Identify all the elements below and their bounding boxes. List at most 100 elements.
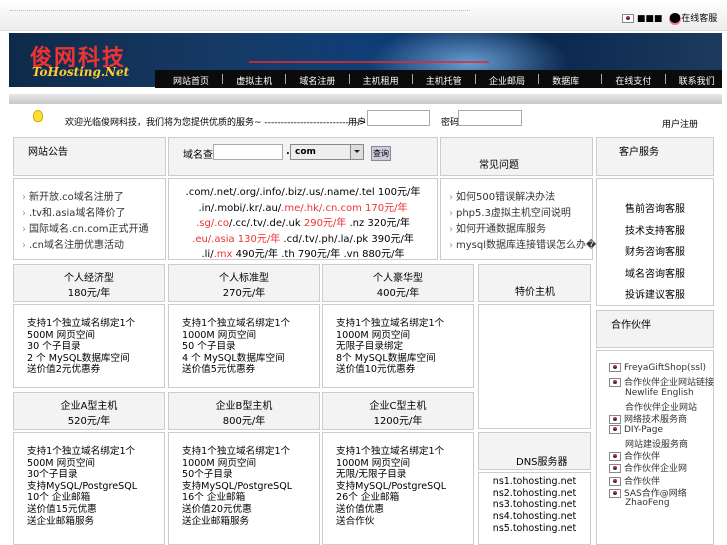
nav-item[interactable]: 网站首页 [173, 74, 209, 87]
domain-price-line: .eu/.asia 130元/年 .cd/.tv/.ph/.la/.pk 390… [169, 230, 437, 245]
nav-separator [475, 74, 476, 84]
nav-separator [222, 74, 224, 84]
plan-features: 支持1个独立域名绑定1个 1000M 网页空间 无限/无限子目录 支持MySQL… [336, 446, 447, 527]
support-item[interactable]: 售前咨询客服 [597, 200, 713, 215]
dns-header-box: DNS服务器 [478, 432, 591, 470]
plan-name[interactable]: 企业B型主机 [169, 397, 319, 412]
dns-server: ns1.tohosting.net [492, 476, 577, 487]
domain-search-button[interactable]: 查询 [371, 146, 391, 161]
plan-price: 520元/年 [67, 416, 111, 427]
domain-input[interactable] [213, 144, 283, 160]
support-item[interactable]: 财务咨询客服 [597, 243, 713, 258]
tld-select[interactable]: com [290, 144, 364, 160]
partner-item[interactable]: DIY-Page [609, 424, 663, 435]
partner-item[interactable]: 网络技术服务商 [609, 412, 687, 425]
plan-features-box: 支持1个独立域名绑定1个 1000M 网页空间 无限子目录绑定 8个 MySQL… [322, 304, 474, 388]
faq-item[interactable]: 如何500错误解决办法 [449, 188, 555, 203]
special-title: 特价主机 [515, 287, 555, 298]
korea-flag-icon [609, 476, 621, 486]
nav-separator [601, 74, 603, 84]
plan-header-box: 个人经济型 180元/年 [13, 264, 165, 302]
qq-link[interactable]: 在线客服 [681, 14, 717, 24]
domain-price-segment: .com/.net/.org/.info/.biz/.us/.name/.tel… [185, 187, 421, 198]
partner-item[interactable]: 网站建设服务商 [625, 437, 688, 450]
news-header-box: 网站公告 [13, 137, 166, 176]
news-list: 新开放.co域名注册了.tv和.asia域名降价了国际域名.cn.com正式开通… [13, 178, 166, 260]
plan-header-box: 个人豪华型 400元/年 [322, 264, 474, 302]
partner-item[interactable]: SAS合作@网络 [609, 486, 687, 499]
dns-title: DNS服务器 [516, 457, 568, 468]
korea-flag-icon[interactable] [622, 14, 634, 23]
nav-item[interactable]: 域名注册 [299, 74, 335, 87]
dns-server: ns3.tohosting.net [492, 499, 577, 511]
news-item[interactable]: 国际域名.cn.com正式开通 [22, 220, 149, 235]
plan-name[interactable]: 个人经济型 [14, 269, 164, 284]
nav-item[interactable]: 主机托管 [426, 74, 462, 87]
support-title: 客户服务 [619, 147, 659, 158]
news-title: 网站公告 [28, 147, 68, 158]
partner-label: FreyaGiftShop(ssl) [624, 363, 706, 373]
plan-name[interactable]: 企业A型主机 [14, 397, 164, 412]
plan-features-box: 支持1个独立域名绑定1个 500M 网页空间 30个子目录 支持MySQL/Po… [13, 432, 165, 545]
partner-item[interactable]: FreyaGiftShop(ssl) [609, 363, 706, 373]
support-item[interactable]: 域名咨询客服 [597, 265, 713, 280]
nav-item[interactable]: 数据库 [552, 74, 579, 87]
logo-english[interactable]: ToHosting.Net [32, 65, 129, 79]
korea-flag-icon [609, 489, 621, 498]
korea-flag-icon [609, 452, 621, 462]
support-item[interactable]: 技术支持客服 [597, 222, 713, 237]
plan-price: 1200元/年 [373, 416, 423, 427]
chevron-down-icon [350, 145, 363, 159]
nav-item[interactable]: 在线支付 [615, 74, 651, 87]
plan-name[interactable]: 个人标准型 [169, 269, 319, 284]
dns-server: ns4.tohosting.net [492, 511, 577, 523]
plan-name[interactable]: 个人豪华型 [323, 269, 473, 284]
support-item[interactable]: 投诉建议客服 [597, 286, 713, 301]
username-input[interactable] [367, 110, 430, 126]
partners-title: 合作伙伴 [611, 320, 651, 331]
domain-price-list: .com/.net/.org/.info/.biz/.us/.name/.tel… [168, 178, 438, 260]
plan-features-box: 支持1个独立域名绑定1个 1000M 网页空间 50个子目录 支持MySQL/P… [168, 432, 320, 545]
plan-header-box: 企业B型主机 800元/年 [168, 392, 320, 430]
banner-accent-line [249, 61, 489, 63]
partner-item[interactable]: 合作伙伴企业网站 [625, 400, 697, 413]
language-link[interactable]: ■■■ [637, 14, 663, 24]
partner-label: ZhaoFeng [625, 498, 670, 509]
nav-item[interactable]: 主机租用 [363, 74, 399, 87]
nav-item[interactable]: 企业邮局 [489, 74, 525, 87]
plan-name[interactable]: 企业C型主机 [323, 397, 473, 412]
partner-item[interactable]: ZhaoFeng [625, 498, 670, 508]
password-input[interactable] [458, 110, 522, 126]
plan-price: 400元/年 [376, 288, 420, 299]
plan-features: 支持1个独立域名绑定1个 1000M 网页空间 50个子目录 支持MySQL/P… [182, 446, 293, 527]
register-link[interactable]: 用户注册 [662, 117, 698, 130]
main-nav: 网站首页 虚拟主机 域名注册 主机租用 主机托管 企业邮局 数据库 在线支付 联系我们 [155, 70, 722, 88]
plan-price: 800元/年 [222, 416, 266, 427]
nav-separator [285, 74, 287, 84]
news-item[interactable]: .cn域名注册优惠活动 [22, 236, 124, 251]
domain-price-line: .sg/.co/.cc/.tv/.de/.uk 290元/年 .nz 320元/… [169, 214, 437, 229]
partner-item[interactable]: Newlife English [625, 388, 694, 398]
special-list [478, 304, 591, 429]
notice-ticker[interactable]: 欢迎光临俊网科技，我们将为您提供优质的服务~ -----------------… [65, 115, 366, 128]
partner-item[interactable]: 合作伙伴企业网站链接 [609, 375, 714, 388]
news-item[interactable]: 新开放.co域名注册了 [22, 188, 124, 203]
plan-features: 支持1个独立域名绑定1个 1000M 网页空间 50 个子目录 4 个 MySQ… [182, 318, 291, 376]
faq-item[interactable]: 如何开通数据库服务 [449, 220, 546, 235]
domain-price-segment: .li/ [201, 249, 214, 260]
news-item[interactable]: .tv和.asia域名降价了 [22, 204, 125, 219]
faq-item[interactable]: mysql数据库连接错误怎么办�... [449, 236, 606, 251]
qq-icon[interactable] [669, 12, 682, 25]
nav-separator [348, 74, 350, 84]
partner-item[interactable]: 合作伙伴 [609, 474, 660, 487]
domain-price-line: .in/.mobi/.kr/.au/.me/.hk/.cn.com 170元/年 [169, 199, 437, 214]
korea-flag-icon [609, 378, 621, 388]
nav-separator [411, 74, 413, 84]
partner-item[interactable]: 合作伙伴 [609, 449, 660, 462]
korea-flag-icon [609, 363, 621, 372]
partner-item[interactable]: 合作伙伴企业网 [609, 461, 687, 474]
nav-item[interactable]: 虚拟主机 [236, 74, 272, 87]
faq-item[interactable]: php5.3虚拟主机空间说明 [449, 204, 571, 219]
plan-features: 支持1个独立域名绑定1个 500M 网页空间 30 个子目录 2 个 MySQL… [27, 318, 136, 376]
nav-item[interactable]: 联系我们 [679, 74, 715, 87]
